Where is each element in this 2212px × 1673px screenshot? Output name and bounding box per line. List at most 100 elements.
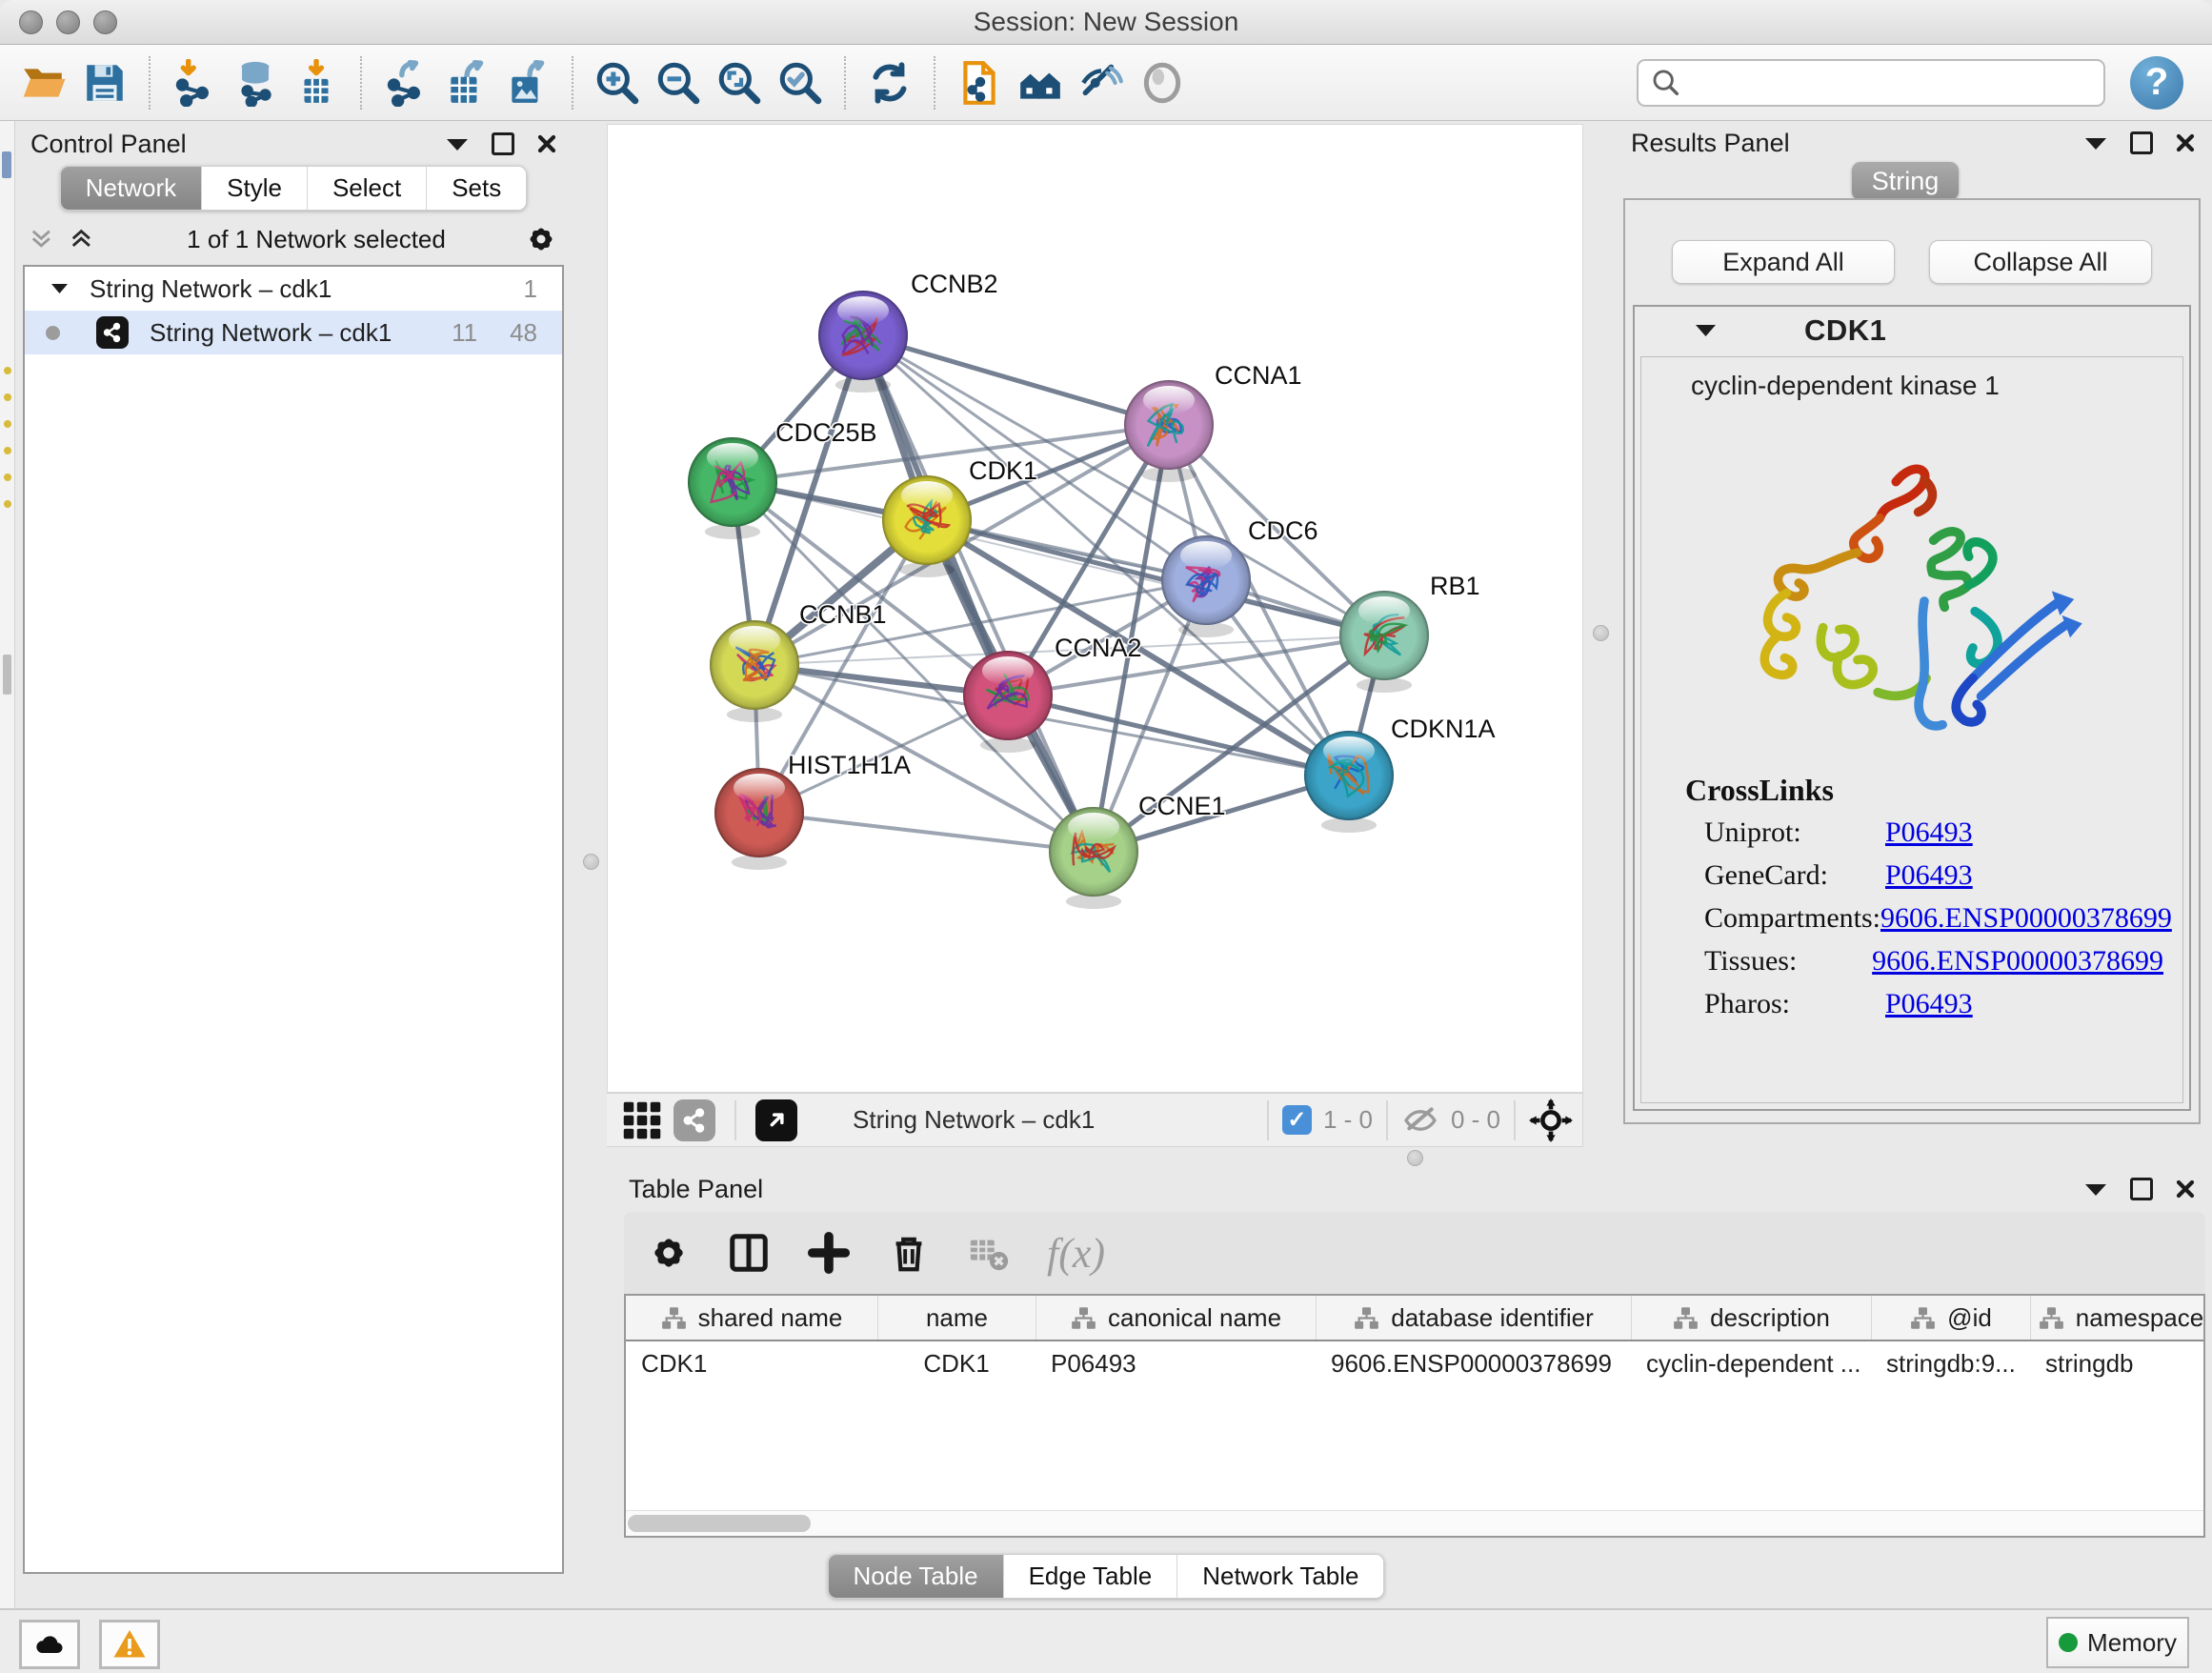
collapse-panel-icon[interactable]	[2084, 136, 2107, 151]
table-horizontal-scrollbar[interactable]	[626, 1510, 2203, 1536]
import-table-button[interactable]	[286, 52, 347, 113]
show-graphics-details-button[interactable]	[1132, 52, 1193, 113]
save-session-button[interactable]	[74, 52, 135, 113]
float-panel-icon[interactable]	[492, 132, 514, 155]
tab-string[interactable]: String	[1852, 162, 1959, 200]
tab-edge-table[interactable]: Edge Table	[1003, 1555, 1177, 1598]
column-label: description	[1710, 1303, 1830, 1333]
column-header-id[interactable]: @id	[1871, 1296, 2030, 1340]
open-session-button[interactable]	[13, 52, 74, 113]
expand-all-icon[interactable]	[69, 226, 95, 252]
crosslink-label: GeneCard:	[1704, 859, 1885, 902]
hide-unhide-button[interactable]	[1071, 52, 1132, 113]
delete-table-icon[interactable]	[967, 1231, 1011, 1275]
crosslink-row-tissues: Tissues:9606.ENSP00000378699	[1704, 945, 2163, 988]
collapse-all-icon[interactable]	[29, 226, 55, 252]
memory-button[interactable]: Memory	[2046, 1617, 2189, 1668]
tab-network-table[interactable]: Network Table	[1176, 1555, 1383, 1598]
cell-description[interactable]: cyclin-dependent ...	[1631, 1349, 1871, 1379]
section-expander-icon[interactable]	[1696, 324, 1717, 337]
cell-namespace[interactable]: stringdb	[2030, 1349, 2205, 1379]
node-cdkn1a[interactable]	[1304, 731, 1394, 833]
node-cdc25b[interactable]	[688, 437, 777, 539]
float-panel-icon[interactable]	[2130, 131, 2153, 154]
network-canvas[interactable]: CCNB2CCNA1CDC25BCDK1CDC6RB1CCNB1CCNA2CDK…	[607, 124, 1583, 1093]
table-row[interactable]: CDK1CDK1P064939606.ENSP00000378699cyclin…	[626, 1341, 2203, 1385]
tab-node-table[interactable]: Node Table	[829, 1555, 1003, 1598]
close-panel-icon[interactable]	[2176, 1179, 2195, 1199]
home-button[interactable]	[1010, 52, 1071, 113]
network-view-button[interactable]	[674, 1099, 715, 1141]
close-panel-icon[interactable]	[2176, 133, 2195, 152]
pharos-link[interactable]: P06493	[1885, 988, 1973, 1031]
splitter-handle[interactable]	[583, 854, 599, 870]
tab-style[interactable]: Style	[201, 167, 307, 210]
column-header-description[interactable]: description	[1631, 1296, 1871, 1340]
export-table-button[interactable]	[436, 52, 497, 113]
node-ccne1[interactable]	[1049, 807, 1138, 909]
export-network-button[interactable]	[375, 52, 436, 113]
column-header-namespace[interactable]: namespace	[2030, 1296, 2205, 1340]
scrollbar-thumb[interactable]	[628, 1515, 811, 1532]
export-image-button[interactable]	[497, 52, 558, 113]
genecard-link[interactable]: P06493	[1885, 859, 1973, 902]
column-header-shared-name[interactable]: shared name	[626, 1296, 877, 1340]
table-gear-icon[interactable]	[647, 1231, 691, 1275]
column-header-database-identifier[interactable]: database identifier	[1316, 1296, 1631, 1340]
birds-eye-view-button[interactable]	[755, 1099, 797, 1141]
network-row[interactable]: String Network – cdk1 11 48	[25, 311, 562, 354]
column-header-name[interactable]: name	[877, 1296, 1036, 1340]
collapse-panel-icon[interactable]	[2084, 1182, 2107, 1197]
delete-column-icon[interactable]	[887, 1231, 931, 1275]
network-collection-row[interactable]: String Network – cdk1 1	[25, 267, 562, 311]
houses-icon	[1016, 59, 1064, 107]
zoom-selected-button[interactable]	[770, 52, 831, 113]
node-rb1[interactable]	[1339, 591, 1429, 693]
selected-checkbox-icon[interactable]: ✓	[1282, 1105, 1312, 1135]
compartments-link[interactable]: 9606.ENSP00000378699	[1880, 902, 2172, 945]
cloud-status-button[interactable]	[19, 1620, 80, 1669]
tab-sets[interactable]: Sets	[426, 167, 526, 210]
cell-id[interactable]: stringdb:9...	[1871, 1349, 2030, 1379]
collapse-panel-icon[interactable]	[446, 137, 469, 151]
collapse-all-button[interactable]: Collapse All	[1929, 240, 2152, 284]
cell-canonical-name[interactable]: P06493	[1036, 1349, 1316, 1379]
column-header-canonical-name[interactable]: canonical name	[1036, 1296, 1316, 1340]
help-button[interactable]: ?	[2130, 56, 2183, 110]
cell-name[interactable]: CDK1	[877, 1349, 1036, 1379]
expand-all-button[interactable]: Expand All	[1672, 240, 1895, 284]
zoom-in-button[interactable]	[587, 52, 648, 113]
add-column-icon[interactable]	[807, 1231, 851, 1275]
cell-database-identifier[interactable]: 9606.ENSP00000378699	[1316, 1349, 1631, 1379]
warnings-button[interactable]	[99, 1620, 160, 1669]
pan-crosshair-icon[interactable]	[1529, 1099, 1573, 1142]
gear-icon[interactable]	[524, 222, 558, 256]
cloud-icon	[32, 1627, 67, 1662]
import-network-from-database-button[interactable]	[225, 52, 286, 113]
function-builder-button[interactable]: f(x)	[1047, 1229, 1105, 1278]
node-hist1h1a[interactable]	[714, 768, 804, 870]
import-network-button[interactable]	[164, 52, 225, 113]
node-cdk1[interactable]	[882, 475, 972, 577]
node-ccnb2[interactable]	[818, 291, 908, 393]
search-input[interactable]	[1692, 67, 2092, 98]
zoom-out-button[interactable]	[648, 52, 709, 113]
splitter-handle[interactable]	[1593, 625, 1609, 641]
tab-network[interactable]: Network	[61, 167, 201, 210]
float-panel-icon[interactable]	[2130, 1178, 2153, 1200]
show-grid-button[interactable]	[622, 1100, 662, 1140]
node-ccna1[interactable]	[1124, 380, 1214, 482]
apply-layout-button[interactable]	[859, 52, 920, 113]
tissues-link[interactable]: 9606.ENSP00000378699	[1872, 945, 2163, 988]
close-panel-icon[interactable]	[537, 134, 556, 153]
splitter-handle[interactable]	[1407, 1150, 1423, 1166]
hidden-eye-slash-icon[interactable]	[1401, 1101, 1439, 1139]
node-ccnb1[interactable]	[710, 620, 799, 722]
first-neighbors-button[interactable]	[949, 52, 1010, 113]
show-columns-icon[interactable]	[727, 1231, 771, 1275]
uniprot-link[interactable]: P06493	[1885, 816, 1973, 859]
tab-select[interactable]: Select	[307, 167, 426, 210]
expander-icon[interactable]	[51, 283, 69, 294]
zoom-fit-button[interactable]	[709, 52, 770, 113]
cell-shared-name[interactable]: CDK1	[626, 1349, 877, 1379]
